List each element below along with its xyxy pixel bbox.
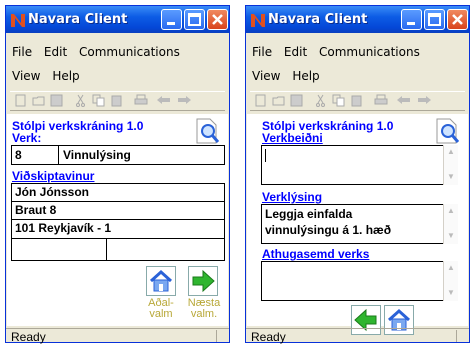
- next-button[interactable]: [188, 266, 218, 296]
- menu-edit[interactable]: Edit: [284, 45, 307, 59]
- description-textarea[interactable]: Leggja einfalda vinnulýsingu á 1. hæð: [261, 204, 457, 244]
- navara-logo-icon: [251, 14, 265, 27]
- toolbar: [10, 91, 225, 111]
- notes-textarea[interactable]: [261, 261, 457, 301]
- save-icon[interactable]: [290, 94, 304, 107]
- status-bar: Ready: [6, 328, 229, 344]
- navara-logo-icon: [11, 14, 25, 27]
- client-window-2: Navara Client File Edit Communications V…: [245, 5, 470, 344]
- home-icon: [149, 269, 173, 292]
- scroll-up-icon[interactable]: ▲: [446, 147, 456, 157]
- cut-icon[interactable]: [314, 94, 328, 107]
- customer-label: Viðskiptavinur: [12, 169, 95, 183]
- window-title: Navara Client: [28, 12, 128, 27]
- scroll-up-icon[interactable]: ▲: [446, 206, 456, 216]
- description-line-2: vinnulýsingu á 1. hæð: [265, 223, 392, 237]
- size-grip[interactable]: [456, 330, 465, 342]
- text-cursor: [265, 149, 266, 162]
- cut-icon[interactable]: [74, 94, 88, 107]
- notes-scrollbar[interactable]: ▲ ▼: [443, 261, 458, 301]
- print-icon[interactable]: [134, 94, 148, 107]
- minimize-button[interactable]: [401, 9, 422, 30]
- size-grip[interactable]: [216, 330, 225, 342]
- form-area: Stólpi verkskráning 1.0 Verk: 8 Vinnulýs…: [7, 114, 228, 326]
- back-arrow-icon[interactable]: [396, 94, 410, 107]
- back-arrow-icon[interactable]: [156, 94, 170, 107]
- forward-arrow-icon[interactable]: [416, 94, 432, 107]
- new-document-icon[interactable]: [14, 94, 28, 107]
- maximize-button[interactable]: [184, 9, 205, 30]
- title-bar[interactable]: Navara Client: [246, 6, 469, 33]
- paste-icon[interactable]: [350, 94, 364, 107]
- save-icon[interactable]: [50, 94, 64, 107]
- description-scrollbar[interactable]: ▲ ▼: [443, 204, 458, 244]
- scroll-down-icon[interactable]: ▼: [446, 172, 456, 182]
- menu-file[interactable]: File: [12, 45, 32, 59]
- toolbar: [250, 91, 465, 111]
- menu-bar-2: View Help: [252, 69, 328, 83]
- client-window-1: Navara Client File Edit Communications V…: [5, 5, 230, 344]
- close-button[interactable]: [207, 9, 228, 30]
- menu-communications[interactable]: Communications: [319, 45, 420, 59]
- customer-table[interactable]: Jón Jónsson Braut 8 101 Reykjavík - 1: [11, 183, 225, 261]
- notes-label: Athugasemd verks: [262, 247, 370, 261]
- title-bar[interactable]: Navara Client: [6, 6, 229, 33]
- menu-file[interactable]: File: [252, 45, 272, 59]
- home-caption: Aðal- valm: [148, 297, 174, 320]
- paste-icon[interactable]: [110, 94, 124, 107]
- close-button[interactable]: [447, 9, 468, 30]
- menu-help[interactable]: Help: [292, 69, 319, 83]
- copy-icon[interactable]: [92, 94, 106, 107]
- new-document-icon[interactable]: [254, 94, 268, 107]
- description-line-1: Leggja einfalda: [265, 207, 353, 221]
- arrow-right-icon: [192, 269, 215, 293]
- window-title: Navara Client: [268, 12, 368, 27]
- form-area: Stólpi verkskráning 1.0 Verkbeiðni ▲ ▼ V…: [247, 114, 468, 335]
- status-bar: Ready: [246, 328, 469, 344]
- status-text: Ready: [251, 330, 286, 344]
- menu-view[interactable]: View: [252, 69, 280, 83]
- verk-label: Verk:: [12, 131, 42, 145]
- menu-view[interactable]: View: [12, 69, 40, 83]
- verk-number: 8: [15, 148, 22, 162]
- scroll-down-icon[interactable]: ▼: [446, 288, 456, 298]
- menu-communications[interactable]: Communications: [79, 45, 180, 59]
- maximize-button[interactable]: [424, 9, 445, 30]
- scroll-down-icon[interactable]: ▼: [446, 231, 456, 241]
- request-label: Verkbeiðni: [262, 131, 323, 145]
- scroll-up-icon[interactable]: ▲: [446, 263, 456, 273]
- home-button[interactable]: [146, 266, 176, 296]
- menu-bar: File Edit Communications: [12, 45, 188, 59]
- minimize-button[interactable]: [161, 9, 182, 30]
- menu-bar: File Edit Communications: [252, 45, 428, 59]
- customer-name: Jón Jónsson: [15, 185, 90, 199]
- copy-icon[interactable]: [332, 94, 346, 107]
- print-icon[interactable]: [374, 94, 388, 107]
- description-label: Verklýsing: [262, 190, 323, 204]
- menu-help[interactable]: Help: [52, 69, 79, 83]
- search-document-icon[interactable]: [195, 117, 221, 145]
- request-textarea[interactable]: [261, 145, 457, 185]
- open-folder-icon[interactable]: [272, 94, 286, 107]
- menu-bar-2: View Help: [12, 69, 88, 83]
- verk-name: Vinnulýsing: [63, 148, 131, 162]
- next-caption: Næsta valm.: [187, 297, 221, 320]
- status-text: Ready: [11, 330, 46, 344]
- open-folder-icon[interactable]: [32, 94, 46, 107]
- verk-row[interactable]: 8 Vinnulýsing: [11, 145, 225, 165]
- forward-arrow-icon[interactable]: [176, 94, 192, 107]
- menu-edit[interactable]: Edit: [44, 45, 67, 59]
- request-scrollbar[interactable]: ▲ ▼: [443, 145, 458, 185]
- customer-city: 101 Reykjavík - 1: [15, 221, 112, 235]
- search-document-icon[interactable]: [435, 117, 461, 145]
- customer-street: Braut 8: [15, 203, 57, 217]
